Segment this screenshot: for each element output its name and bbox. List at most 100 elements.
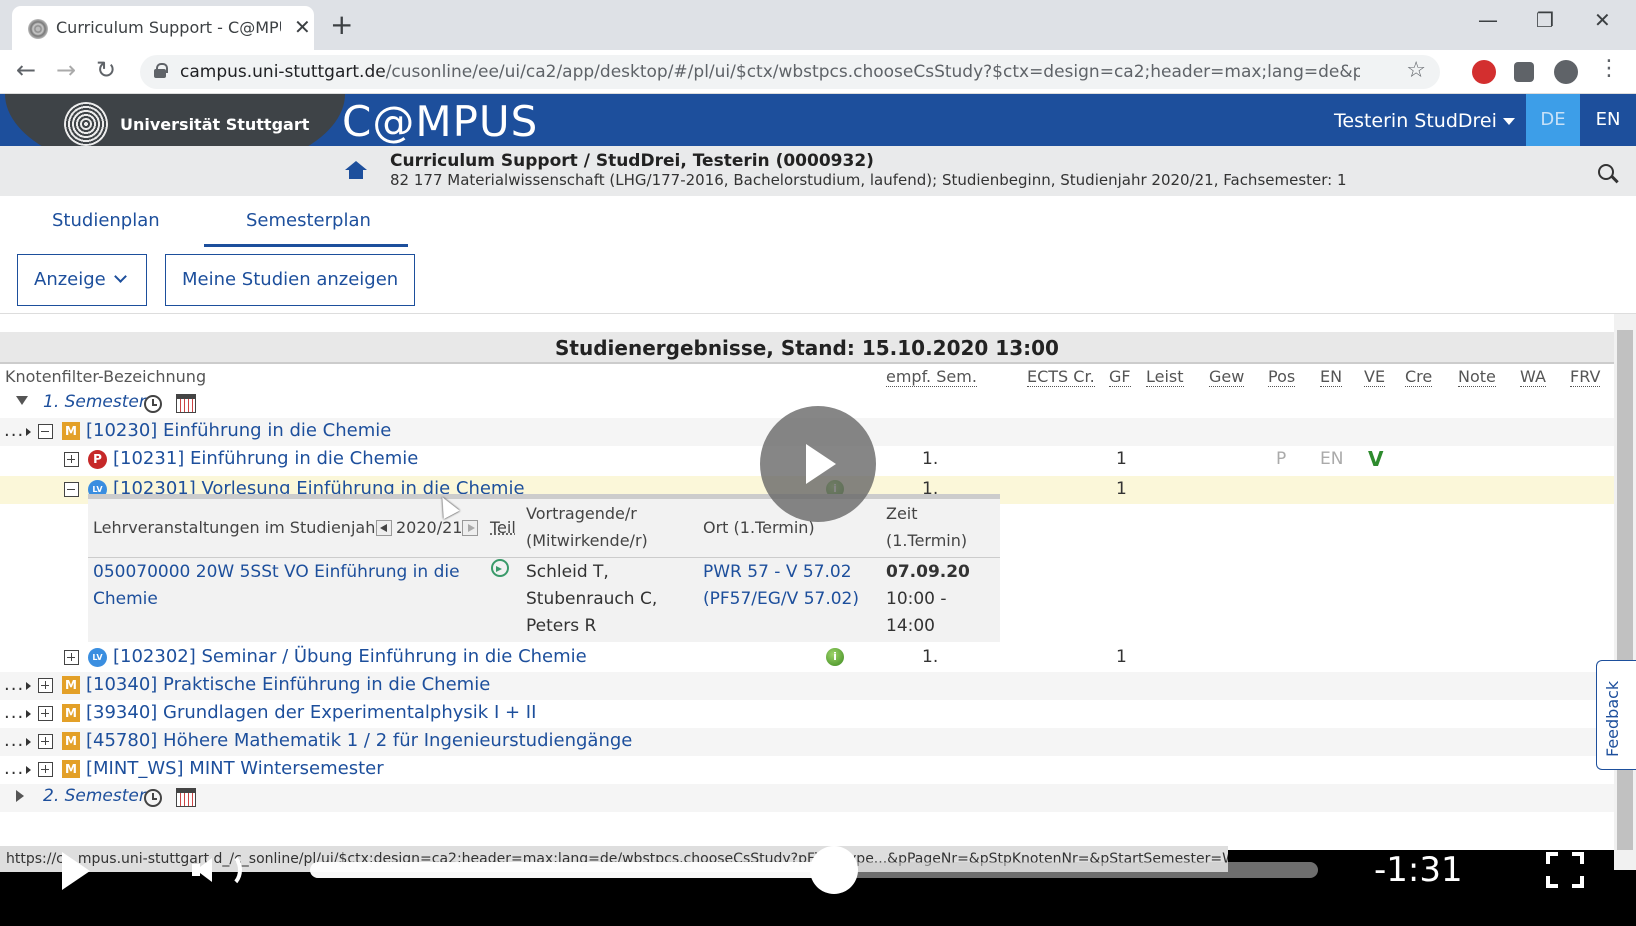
new-tab-plus-icon[interactable]: +	[330, 8, 353, 41]
video-frame: Curriculum Support - C@MPUS ✕ + — ❐ ✕ ← …	[0, 0, 1636, 926]
detail-header-mitwirkende: (Mitwirkende/r)	[526, 531, 648, 550]
course-detail-table: Lehrveranstaltungen im Studienjahr 2020/…	[88, 494, 1000, 642]
course-icon: LV	[88, 648, 107, 667]
detail-header-zeit: Zeit	[886, 504, 918, 523]
expand-box-icon[interactable]	[64, 452, 79, 467]
window-close-icon[interactable]: ✕	[1594, 8, 1611, 32]
expand-box-icon[interactable]	[38, 734, 53, 749]
row-label[interactable]: [10230] Einführung in die Chemie	[86, 420, 391, 441]
expand-box-icon[interactable]	[64, 650, 79, 665]
campus-logo[interactable]: C@MPUS	[342, 97, 538, 146]
reload-icon[interactable]: ↻	[96, 56, 116, 84]
module-icon: M	[62, 760, 80, 778]
empf-sem-value: 1.	[922, 449, 939, 469]
restore-icon[interactable]: ❐	[1536, 8, 1554, 32]
row-label[interactable]: [10340] Praktische Einführung in die Che…	[86, 674, 490, 695]
row-label[interactable]: [45780] Höhere Mathematik 1 / 2 für Inge…	[86, 730, 632, 751]
video-seek-progress	[310, 862, 834, 878]
module-icon: M	[62, 422, 80, 440]
semester-row: 2. Semester	[0, 784, 1614, 812]
favicon-icon	[28, 19, 48, 39]
university-seal-icon	[64, 102, 108, 146]
home-icon[interactable]	[345, 161, 367, 179]
star-icon[interactable]: ☆	[1406, 58, 1426, 83]
col-frv: FRV	[1570, 367, 1601, 387]
expand-triangle-icon[interactable]	[26, 738, 31, 746]
pos-value: P	[1276, 449, 1287, 469]
minimize-icon[interactable]: —	[1478, 8, 1498, 32]
col-wa: WA	[1520, 367, 1546, 387]
expand-box-icon[interactable]	[38, 678, 53, 693]
collapse-box-icon[interactable]	[64, 482, 79, 497]
close-tab-icon[interactable]: ✕	[294, 15, 311, 39]
profile-icon[interactable]	[1554, 60, 1578, 84]
course-link[interactable]: 050070000 20W 5SSt VO Einführung in die	[93, 559, 460, 586]
scrollbar-thumb[interactable]	[1617, 330, 1633, 850]
ellipsis: ...	[4, 420, 25, 441]
results-heading: Studienergebnisse, Stand: 15.10.2020 13:…	[0, 332, 1614, 364]
extensions-puzzle-icon[interactable]	[1514, 62, 1534, 82]
row-label[interactable]: [39340] Grundlagen der Experimentalphysi…	[86, 702, 536, 723]
semester-2-link[interactable]: 2. Semester	[43, 786, 146, 806]
expand-triangle-icon[interactable]	[26, 428, 31, 436]
expand-triangle-icon[interactable]	[26, 682, 31, 690]
menu-dots-icon[interactable]: ⋮	[1598, 56, 1620, 81]
url-field[interactable]: campus.uni-stuttgart.de/cusonline/ee/ui/…	[140, 55, 1440, 89]
tab-studienplan[interactable]: Studienplan	[52, 210, 160, 231]
expand-triangle-icon[interactable]	[26, 710, 31, 718]
detail-teil[interactable]: Teil	[490, 514, 516, 541]
big-play-icon[interactable]	[760, 406, 876, 522]
calendar-icon[interactable]	[176, 394, 196, 413]
en-value: EN	[1320, 449, 1344, 469]
collapse-box-icon[interactable]	[38, 424, 53, 439]
meine-studien-button[interactable]: Meine Studien anzeigen	[165, 254, 416, 306]
row-label[interactable]: [MINT_WS] MINT Wintersemester	[86, 758, 384, 779]
chevron-down-icon	[113, 270, 127, 283]
expand-triangle-icon[interactable]	[26, 766, 31, 774]
forward-icon[interactable]: →	[56, 56, 76, 84]
user-menu[interactable]: Testerin StudDrei	[1334, 110, 1515, 132]
prev-year-icon[interactable]	[376, 520, 392, 536]
go-arrow-icon[interactable]	[491, 559, 509, 577]
university-name: Universität Stuttgart	[120, 115, 310, 134]
feedback-tab[interactable]: Feedback	[1596, 660, 1636, 770]
back-icon[interactable]: ←	[16, 56, 36, 84]
row-label[interactable]: [10231] Einführung in die Chemie	[113, 448, 418, 469]
expand-box-icon[interactable]	[38, 762, 53, 777]
gf-value: 1	[1116, 647, 1127, 667]
col-pos: Pos	[1268, 367, 1296, 387]
clock-icon[interactable]	[144, 395, 162, 413]
expand-box-icon[interactable]	[38, 706, 53, 721]
col-ects: ECTS Cr.	[1027, 367, 1095, 387]
col-empf-sem: empf. Sem.	[886, 367, 977, 387]
exam-icon: P	[88, 450, 107, 469]
semester-1-link[interactable]: 1. Semester	[43, 392, 146, 412]
gf-value: 1	[1116, 449, 1127, 469]
calendar-icon[interactable]	[176, 788, 196, 807]
location-link-cont[interactable]: (PF57/EG/V 57.02)	[703, 586, 859, 613]
search-icon[interactable]	[1598, 164, 1614, 180]
play-icon[interactable]	[62, 852, 90, 890]
video-seek-knob[interactable]	[810, 846, 858, 894]
module-icon: M	[62, 732, 80, 750]
study-info: 82 177 Materialwissenschaft (LHG/177-201…	[390, 171, 1347, 189]
clock-icon[interactable]	[144, 789, 162, 807]
row-label[interactable]: [102302] Seminar / Übung Einführung in d…	[113, 646, 587, 667]
anzeige-button[interactable]: Anzeige	[17, 254, 147, 306]
empf-sem-value: 1.	[922, 647, 939, 667]
expand-triangle-icon[interactable]	[16, 790, 24, 802]
location-link[interactable]: PWR 57 - V 57.02	[703, 559, 852, 586]
browser-tab[interactable]: Curriculum Support - C@MPUS ✕	[12, 6, 314, 50]
course-link-cont[interactable]: Chemie	[93, 586, 158, 613]
lang-en-button[interactable]: EN	[1580, 94, 1636, 146]
tab-semesterplan[interactable]: Semesterplan	[246, 210, 371, 231]
detail-header-lv: Lehrveranstaltungen im Studienjahr	[93, 518, 382, 537]
info-icon[interactable]: i	[826, 648, 844, 666]
lang-de-button[interactable]: DE	[1526, 94, 1580, 146]
video-time: -1:31	[1374, 850, 1463, 890]
collapse-triangle-icon[interactable]	[16, 396, 28, 405]
volume-icon[interactable]	[192, 858, 212, 882]
next-year-icon[interactable]	[462, 520, 478, 536]
fullscreen-icon[interactable]	[1546, 852, 1584, 888]
adblock-extension-icon[interactable]	[1472, 60, 1496, 84]
